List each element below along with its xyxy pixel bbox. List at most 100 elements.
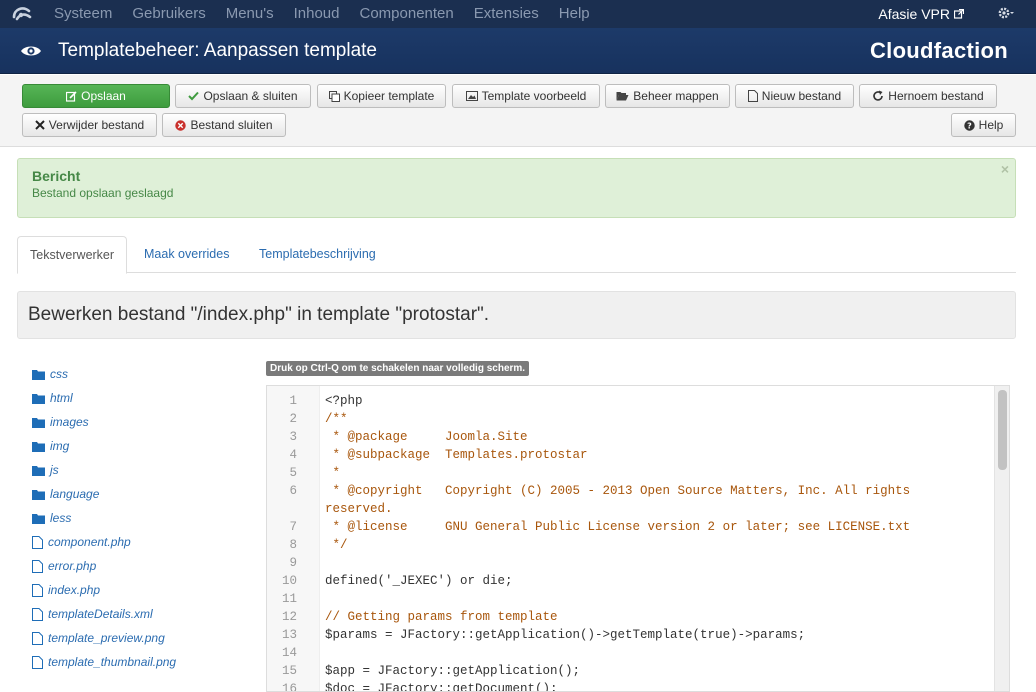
template-preview-button[interactable]: Template voorbeeld [452, 84, 600, 108]
file-heading-panel: Bewerken bestand "/index.php" in templat… [17, 291, 1016, 339]
success-message: Bericht Bestand opslaan geslaagd × [17, 158, 1016, 218]
menu-extensies[interactable]: Extensies [464, 0, 549, 28]
save-close-button[interactable]: Opslaan & sluiten [175, 84, 311, 108]
code-text: defined('_JEXEC') or die; [325, 574, 513, 588]
code-text: */ [325, 538, 348, 552]
line-number: 12 [281, 610, 297, 624]
delete-file-button[interactable]: Verwijder bestand [22, 113, 157, 137]
folder-icon [32, 369, 45, 380]
fullscreen-hint: Druk op Ctrl-Q om te schakelen naar voll… [266, 361, 530, 376]
delete-file-button-label: Verwijder bestand [48, 118, 145, 132]
code-line: 16 $doc = JFactory::getDocument(); [267, 680, 995, 692]
line-number: 9 [289, 556, 297, 570]
rename-file-button[interactable]: Hernoem bestand [859, 84, 997, 108]
site-link-label: Afasie VPR [878, 6, 950, 22]
message-text: Bestand opslaan geslaagd [32, 186, 174, 200]
folder-item[interactable]: img [32, 434, 176, 458]
save-button[interactable]: Opslaan [22, 84, 170, 108]
folder-label: css [50, 367, 68, 381]
line-number: 16 [281, 682, 297, 692]
file-item[interactable]: template_preview.png [32, 626, 176, 650]
folder-item[interactable]: images [32, 410, 176, 434]
page-title: Templatebeheer: Aanpassen template [58, 39, 377, 61]
file-label: error.php [48, 559, 97, 573]
folder-icon [32, 417, 45, 428]
file-label: templateDetails.xml [48, 607, 153, 621]
file-icon [32, 607, 43, 621]
close-file-button[interactable]: Bestand sluiten [162, 113, 286, 137]
menu-menus[interactable]: Menu's [216, 0, 284, 28]
file-icon [32, 535, 43, 549]
menu-systeem[interactable]: Systeem [44, 0, 122, 28]
new-file-button-label: Nieuw bestand [761, 89, 842, 103]
file-item[interactable]: index.php [32, 578, 176, 602]
folder-item[interactable]: js [32, 458, 176, 482]
manage-folders-button-label: Beheer mappen [633, 89, 719, 103]
line-number [267, 500, 297, 518]
menu-help[interactable]: Help [549, 0, 600, 28]
menu-inhoud[interactable]: Inhoud [284, 0, 350, 28]
help-button[interactable]: ? Help [951, 113, 1016, 137]
file-item[interactable]: component.php [32, 530, 176, 554]
toolbar: Opslaan Opslaan & sluiten Kopieer templa… [0, 75, 1036, 147]
folder-item[interactable]: html [32, 386, 176, 410]
code-line: 12 // Getting params from template [267, 608, 995, 626]
file-icon [32, 631, 43, 645]
image-icon [465, 91, 478, 101]
menu-componenten[interactable]: Componenten [350, 0, 464, 28]
brand-logo: Cloudfaction [869, 38, 1008, 63]
file-item[interactable]: templateDetails.xml [32, 602, 176, 626]
folder-item[interactable]: css [32, 362, 176, 386]
line-number: 8 [289, 538, 297, 552]
help-button-label: Help [978, 118, 1004, 132]
svg-text:?: ? [967, 121, 972, 130]
folder-label: img [50, 439, 70, 453]
site-link[interactable]: Afasie VPR [878, 6, 964, 22]
code-line: 14 [267, 644, 995, 662]
tab-tekstverwerker[interactable]: Tekstverwerker [17, 236, 128, 274]
manage-folders-button[interactable]: Beheer mappen [605, 84, 730, 108]
tab-bar: Tekstverwerker Maak overrides Templatebe… [17, 236, 1016, 274]
close-file-button-label: Bestand sluiten [190, 118, 273, 132]
line-number: 2 [289, 412, 297, 426]
file-label: template_thumbnail.png [48, 655, 177, 669]
code-content[interactable]: 1 <?php 2/** 3 * @package Joomla.Site 4 * @s… [267, 392, 995, 692]
line-number: 4 [289, 448, 297, 462]
close-icon [35, 120, 45, 130]
code-text: * @subpackage Templates.protostar [325, 448, 588, 462]
file-item[interactable]: error.php [32, 554, 176, 578]
tab-maak-overrides[interactable]: Maak overrides [132, 236, 241, 273]
code-line: 11 [267, 590, 995, 608]
copy-template-button[interactable]: Kopieer template [317, 84, 446, 108]
editor-scrollbar[interactable] [994, 386, 1009, 691]
line-number: 13 [281, 628, 297, 642]
joomla-logo-icon[interactable] [0, 0, 44, 28]
line-number: 1 [289, 394, 297, 408]
gear-icon[interactable] [998, 6, 1014, 23]
folder-icon [32, 489, 45, 500]
folder-item[interactable]: less [32, 506, 176, 530]
new-file-button[interactable]: Nieuw bestand [735, 84, 854, 108]
folder-icon [32, 393, 45, 404]
file-item[interactable]: template_thumbnail.png [32, 650, 176, 674]
folder-label: js [50, 463, 59, 477]
file-label: template_preview.png [48, 631, 165, 645]
code-line: 10 defined('_JEXEC') or die; [267, 572, 995, 590]
folder-item[interactable]: language [32, 482, 176, 506]
remove-circle-icon [175, 119, 187, 131]
scrollbar-thumb[interactable] [998, 390, 1007, 470]
message-heading: Bericht [32, 168, 81, 184]
file-icon [32, 583, 43, 597]
code-text: $app = JFactory::getApplication(); [325, 664, 581, 678]
code-line: 9 [267, 554, 995, 572]
menu-gebruikers[interactable]: Gebruikers [122, 0, 215, 28]
folder-label: less [50, 511, 72, 525]
refresh-icon [872, 90, 884, 102]
line-number: 11 [281, 592, 297, 606]
message-close-button[interactable]: × [1001, 161, 1009, 177]
question-circle-icon: ? [963, 119, 975, 131]
code-editor[interactable]: 1 <?php 2/** 3 * @package Joomla.Site 4 * @s… [266, 385, 1010, 692]
code-text: // Getting params from template [325, 610, 558, 624]
tab-templatebeschrijving[interactable]: Templatebeschrijving [247, 236, 388, 273]
